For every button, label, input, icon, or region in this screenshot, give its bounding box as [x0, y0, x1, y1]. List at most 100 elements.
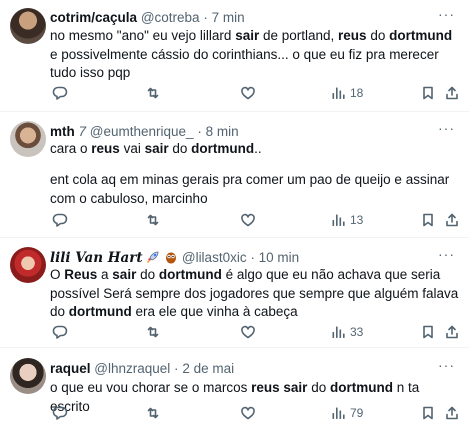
share-button[interactable]	[444, 85, 460, 101]
highlighted-keyword: reus	[251, 380, 280, 395]
share-icon	[444, 405, 460, 421]
views-button[interactable]: 33	[330, 324, 363, 340]
retweet-button[interactable]	[145, 324, 161, 340]
retweet-icon	[145, 85, 161, 101]
bookmark-icon	[420, 324, 436, 340]
retweet-button[interactable]	[145, 85, 161, 101]
author-handle[interactable]: @cotreba	[141, 10, 200, 25]
bookmark-button[interactable]	[420, 324, 436, 340]
action-bar: 18	[50, 85, 464, 103]
tweet[interactable]: cotrim/caçula @cotreba · 7 min ··· no me…	[0, 0, 469, 112]
views-count: 13	[350, 213, 364, 227]
like-button[interactable]	[240, 324, 256, 340]
views-icon	[330, 324, 346, 340]
retweet-button[interactable]	[145, 405, 161, 421]
share-icon	[444, 212, 460, 228]
like-button[interactable]	[240, 405, 256, 421]
like-button[interactable]	[240, 85, 256, 101]
views-button[interactable]: 18	[330, 85, 363, 101]
reply-button[interactable]	[52, 405, 68, 421]
timestamp[interactable]: 2 de mai	[182, 361, 234, 376]
highlighted-keyword: dortmund	[329, 380, 393, 395]
highlighted-keyword: sair	[235, 28, 260, 43]
more-icon[interactable]: ···	[438, 357, 455, 373]
separator: ·	[250, 250, 255, 265]
bookmark-button[interactable]	[420, 405, 436, 421]
views-button[interactable]: 13	[330, 212, 363, 228]
views-icon	[330, 405, 346, 421]
reply-button[interactable]	[52, 85, 68, 101]
highlighted-keyword: dortmund	[68, 304, 132, 319]
author-name[interactable]: mth	[50, 124, 75, 139]
like-icon	[240, 85, 256, 101]
reply-icon	[52, 212, 68, 228]
highlighted-keyword: dortmund	[191, 141, 255, 156]
author-handle[interactable]: @lilast0xic	[182, 250, 247, 265]
views-count: 18	[350, 86, 364, 100]
timestamp[interactable]: 7 min	[212, 10, 245, 25]
more-icon[interactable]: ···	[438, 246, 455, 262]
more-icon[interactable]: ···	[438, 120, 455, 136]
separator: ·	[203, 10, 208, 25]
tweet-text: no mesmo "ano" eu vejo lillard sair de p…	[50, 28, 453, 80]
author-name[interactable]: raquel	[50, 361, 91, 376]
share-button[interactable]	[444, 324, 460, 340]
share-button[interactable]	[444, 405, 460, 421]
avatar[interactable]	[10, 121, 46, 157]
like-button[interactable]	[240, 212, 256, 228]
like-icon	[240, 405, 256, 421]
highlighted-keyword: sair	[112, 267, 137, 282]
reply-icon	[52, 324, 68, 340]
bookmark-icon	[420, 85, 436, 101]
author-name-suffix: 7	[78, 124, 87, 139]
views-icon	[330, 212, 346, 228]
tweet[interactable]: mth 7 @eumthenrique_ · 8 min ··· cara o …	[0, 112, 469, 238]
retweet-icon	[145, 212, 161, 228]
separator: ·	[197, 124, 202, 139]
retweet-button[interactable]	[145, 212, 161, 228]
highlighted-keyword: Reus	[64, 267, 98, 282]
author-handle[interactable]: @lhnzraquel	[94, 361, 170, 376]
tweet[interactable]: lili Van Hart @lilast0xic · 10 min ··· O…	[0, 238, 469, 348]
retweet-icon	[145, 324, 161, 340]
reply-icon	[52, 85, 68, 101]
share-icon	[444, 324, 460, 340]
tweet-text-line-1: cara o reus vai sair do dortmund..	[50, 141, 262, 156]
tweet-text-line-2: ent cola aq em minas gerais pra comer um…	[50, 172, 450, 206]
reply-icon	[52, 405, 68, 421]
like-icon	[240, 212, 256, 228]
highlighted-keyword: sair	[144, 141, 169, 156]
views-count: 33	[350, 325, 364, 339]
retweet-icon	[145, 405, 161, 421]
author-handle[interactable]: @eumthenrique_	[90, 124, 194, 139]
like-icon	[240, 324, 256, 340]
tweet[interactable]: raquel @lhnzraquel · 2 de mai ··· o que …	[0, 348, 469, 426]
reply-button[interactable]	[52, 324, 68, 340]
author-name[interactable]: cotrim/caçula	[50, 10, 137, 25]
action-bar: 79	[50, 405, 464, 423]
tweet-text: O Reus a sair do dortmund é algo que eu …	[50, 267, 459, 319]
avatar[interactable]	[10, 247, 46, 283]
more-icon[interactable]: ···	[438, 6, 455, 22]
reply-button[interactable]	[52, 212, 68, 228]
timestamp[interactable]: 8 min	[206, 124, 239, 139]
bookmark-button[interactable]	[420, 85, 436, 101]
share-icon	[444, 85, 460, 101]
highlighted-keyword: reus	[91, 141, 120, 156]
avatar[interactable]	[10, 358, 46, 394]
highlighted-keyword: reus	[338, 28, 367, 43]
highlighted-keyword: sair	[283, 380, 308, 395]
timestamp[interactable]: 10 min	[259, 250, 300, 265]
share-button[interactable]	[444, 212, 460, 228]
views-button[interactable]: 79	[330, 405, 363, 421]
bookmark-icon	[420, 212, 436, 228]
avatar[interactable]	[10, 8, 46, 44]
bookmark-button[interactable]	[420, 212, 436, 228]
bookmark-icon	[420, 405, 436, 421]
views-icon	[330, 85, 346, 101]
highlighted-keyword: dortmund	[158, 267, 222, 282]
highlighted-keyword: dortmund	[389, 28, 453, 43]
views-count: 79	[350, 406, 364, 420]
action-bar: 13	[50, 212, 464, 230]
author-name[interactable]: lili Van Hart	[50, 250, 143, 266]
